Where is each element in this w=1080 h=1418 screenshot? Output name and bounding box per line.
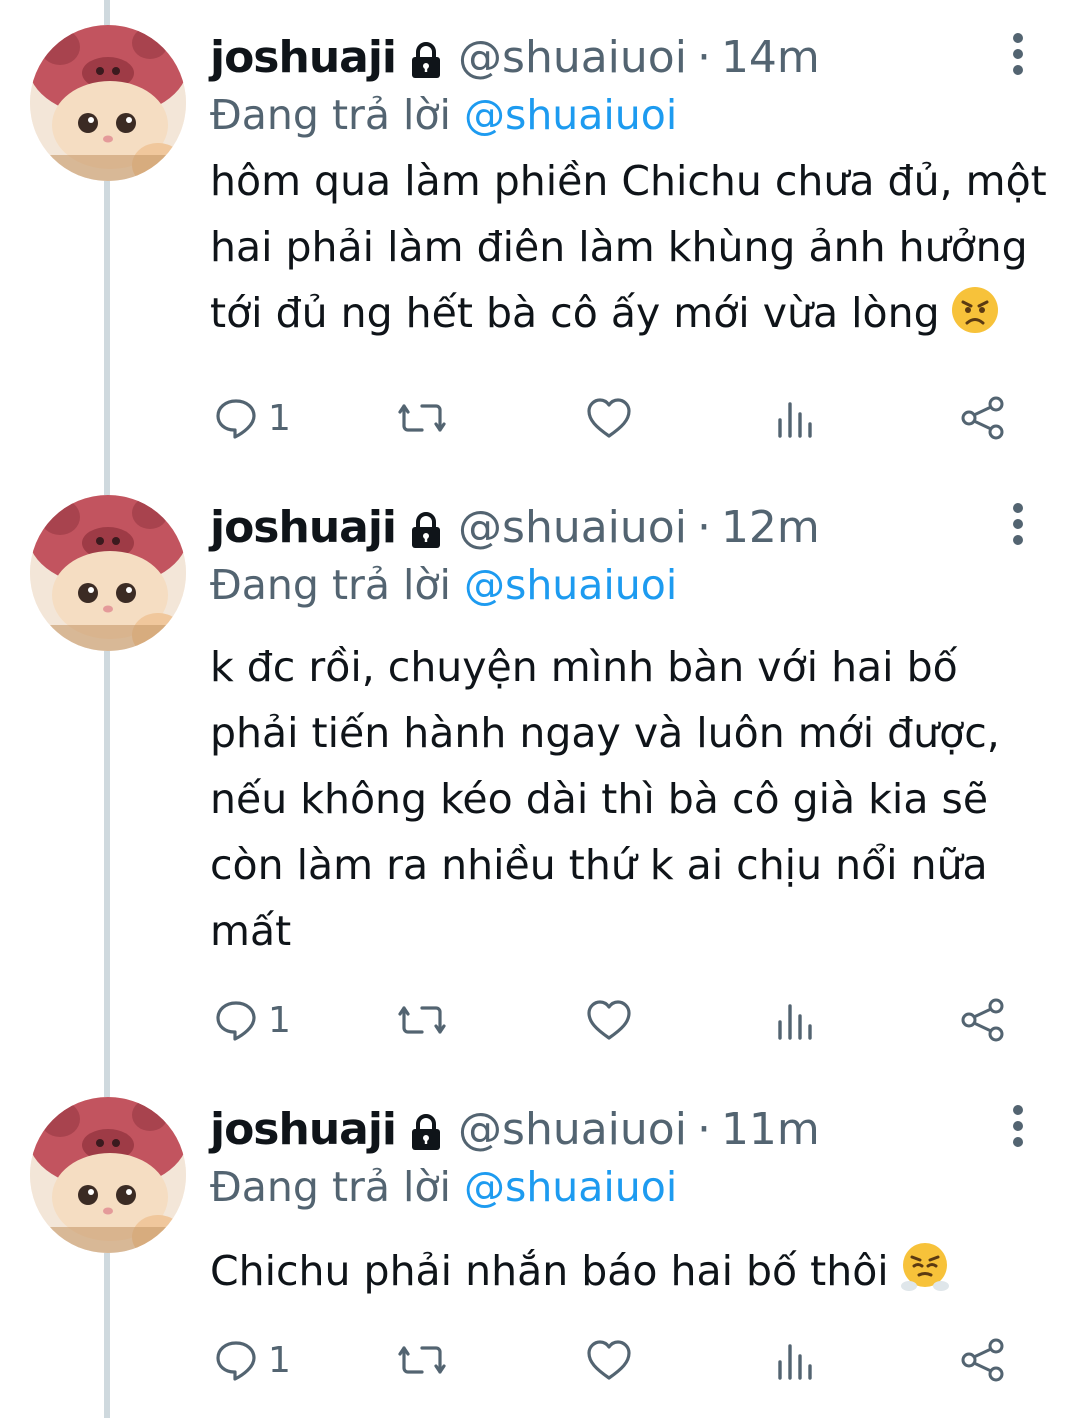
tweet[interactable]: joshuaji @shuaiuoi · 11m Đang trả lời @s… — [0, 1072, 1080, 1418]
retweet-icon — [396, 998, 448, 1042]
handle[interactable]: @shuaiuoi — [458, 1102, 687, 1158]
avatar[interactable] — [30, 495, 186, 651]
more-icon[interactable] — [1000, 1104, 1036, 1148]
timestamp[interactable]: 14m — [721, 30, 820, 86]
share-icon — [960, 997, 1006, 1043]
timestamp[interactable]: 11m — [721, 1102, 820, 1158]
reply-button[interactable]: 1 — [214, 1330, 291, 1390]
handle[interactable]: @shuaiuoi — [458, 500, 687, 556]
views-button[interactable] — [776, 990, 816, 1050]
like-button[interactable] — [586, 990, 632, 1050]
share-icon — [960, 1337, 1006, 1383]
avatar[interactable] — [30, 25, 186, 181]
avatar[interactable] — [30, 1097, 186, 1253]
reply-icon — [214, 998, 258, 1042]
tweet[interactable]: joshuaji @shuaiuoi · 12m Đang trả lời @s… — [0, 470, 1080, 1070]
reply-prefix: Đang trả lời — [210, 91, 451, 139]
display-name[interactable]: joshuaji — [210, 500, 397, 556]
tweet-text-content: hôm qua làm phiền Chichu chưa đủ, một ha… — [210, 157, 1047, 337]
views-icon — [776, 396, 816, 440]
reply-button[interactable]: 1 — [214, 388, 291, 448]
views-icon — [776, 998, 816, 1042]
retweet-button[interactable] — [396, 990, 448, 1050]
reply-prefix: Đang trả lời — [210, 561, 451, 609]
timestamp[interactable]: 12m — [721, 500, 820, 556]
share-icon — [960, 395, 1006, 441]
tweet-text: k đc rồi, chuyện mình bàn với hai bố phả… — [210, 634, 1050, 964]
tweet[interactable]: joshuaji @shuaiuoi · 14m Đang trả lời @s… — [0, 0, 1080, 470]
reply-icon — [214, 1338, 258, 1382]
reply-count: 1 — [268, 1339, 291, 1381]
lock-icon — [406, 38, 446, 78]
reply-count: 1 — [268, 999, 291, 1041]
like-button[interactable] — [586, 388, 632, 448]
lock-icon — [406, 508, 446, 548]
tweet-actions: 1 — [0, 388, 1080, 448]
replying-to: Đang trả lời @shuaiuoi — [210, 558, 677, 612]
tweet-actions: 1 — [0, 990, 1080, 1050]
views-button[interactable] — [776, 1330, 816, 1390]
display-name[interactable]: joshuaji — [210, 1102, 397, 1158]
tweet-actions: 1 — [0, 1330, 1080, 1390]
display-name[interactable]: joshuaji — [210, 30, 397, 86]
reply-count: 1 — [268, 397, 291, 439]
reply-mention[interactable]: @shuaiuoi — [464, 91, 677, 139]
face-with-steam-from-nose-emoji — [899, 1241, 951, 1312]
handle[interactable]: @shuaiuoi — [458, 30, 687, 86]
replying-to: Đang trả lời @shuaiuoi — [210, 1160, 677, 1214]
reply-prefix: Đang trả lời — [210, 1163, 451, 1211]
views-icon — [776, 1338, 816, 1382]
reply-icon — [214, 396, 258, 440]
more-icon[interactable] — [1000, 32, 1036, 76]
tweet-text: Chichu phải nhắn báo hai bố thôi — [210, 1238, 1050, 1312]
share-button[interactable] — [960, 1330, 1006, 1390]
tweet-header: joshuaji @shuaiuoi · 11m — [210, 1102, 820, 1158]
lock-icon — [406, 1110, 446, 1150]
retweet-icon — [396, 1338, 448, 1382]
retweet-button[interactable] — [396, 1330, 448, 1390]
separator: · — [696, 502, 711, 553]
replying-to: Đang trả lời @shuaiuoi — [210, 88, 677, 142]
reply-button[interactable]: 1 — [214, 990, 291, 1050]
share-button[interactable] — [960, 990, 1006, 1050]
tweet-text-content: k đc rồi, chuyện mình bàn với hai bố phả… — [210, 643, 1000, 955]
tweet-text: hôm qua làm phiền Chichu chưa đủ, một ha… — [210, 148, 1050, 354]
tweet-header: joshuaji @shuaiuoi · 14m — [210, 30, 820, 86]
angry-face-emoji — [950, 285, 1000, 354]
share-button[interactable] — [960, 388, 1006, 448]
like-button[interactable] — [586, 1330, 632, 1390]
separator: · — [696, 1104, 711, 1155]
reply-mention[interactable]: @shuaiuoi — [464, 561, 677, 609]
tweet-header: joshuaji @shuaiuoi · 12m — [210, 500, 820, 556]
reply-mention[interactable]: @shuaiuoi — [464, 1163, 677, 1211]
retweet-button[interactable] — [396, 388, 448, 448]
retweet-icon — [396, 396, 448, 440]
like-icon — [586, 998, 632, 1042]
tweet-text-content: Chichu phải nhắn báo hai bố thôi — [210, 1247, 889, 1295]
more-icon[interactable] — [1000, 502, 1036, 546]
like-icon — [586, 396, 632, 440]
separator: · — [696, 32, 711, 83]
like-icon — [586, 1338, 632, 1382]
views-button[interactable] — [776, 388, 816, 448]
